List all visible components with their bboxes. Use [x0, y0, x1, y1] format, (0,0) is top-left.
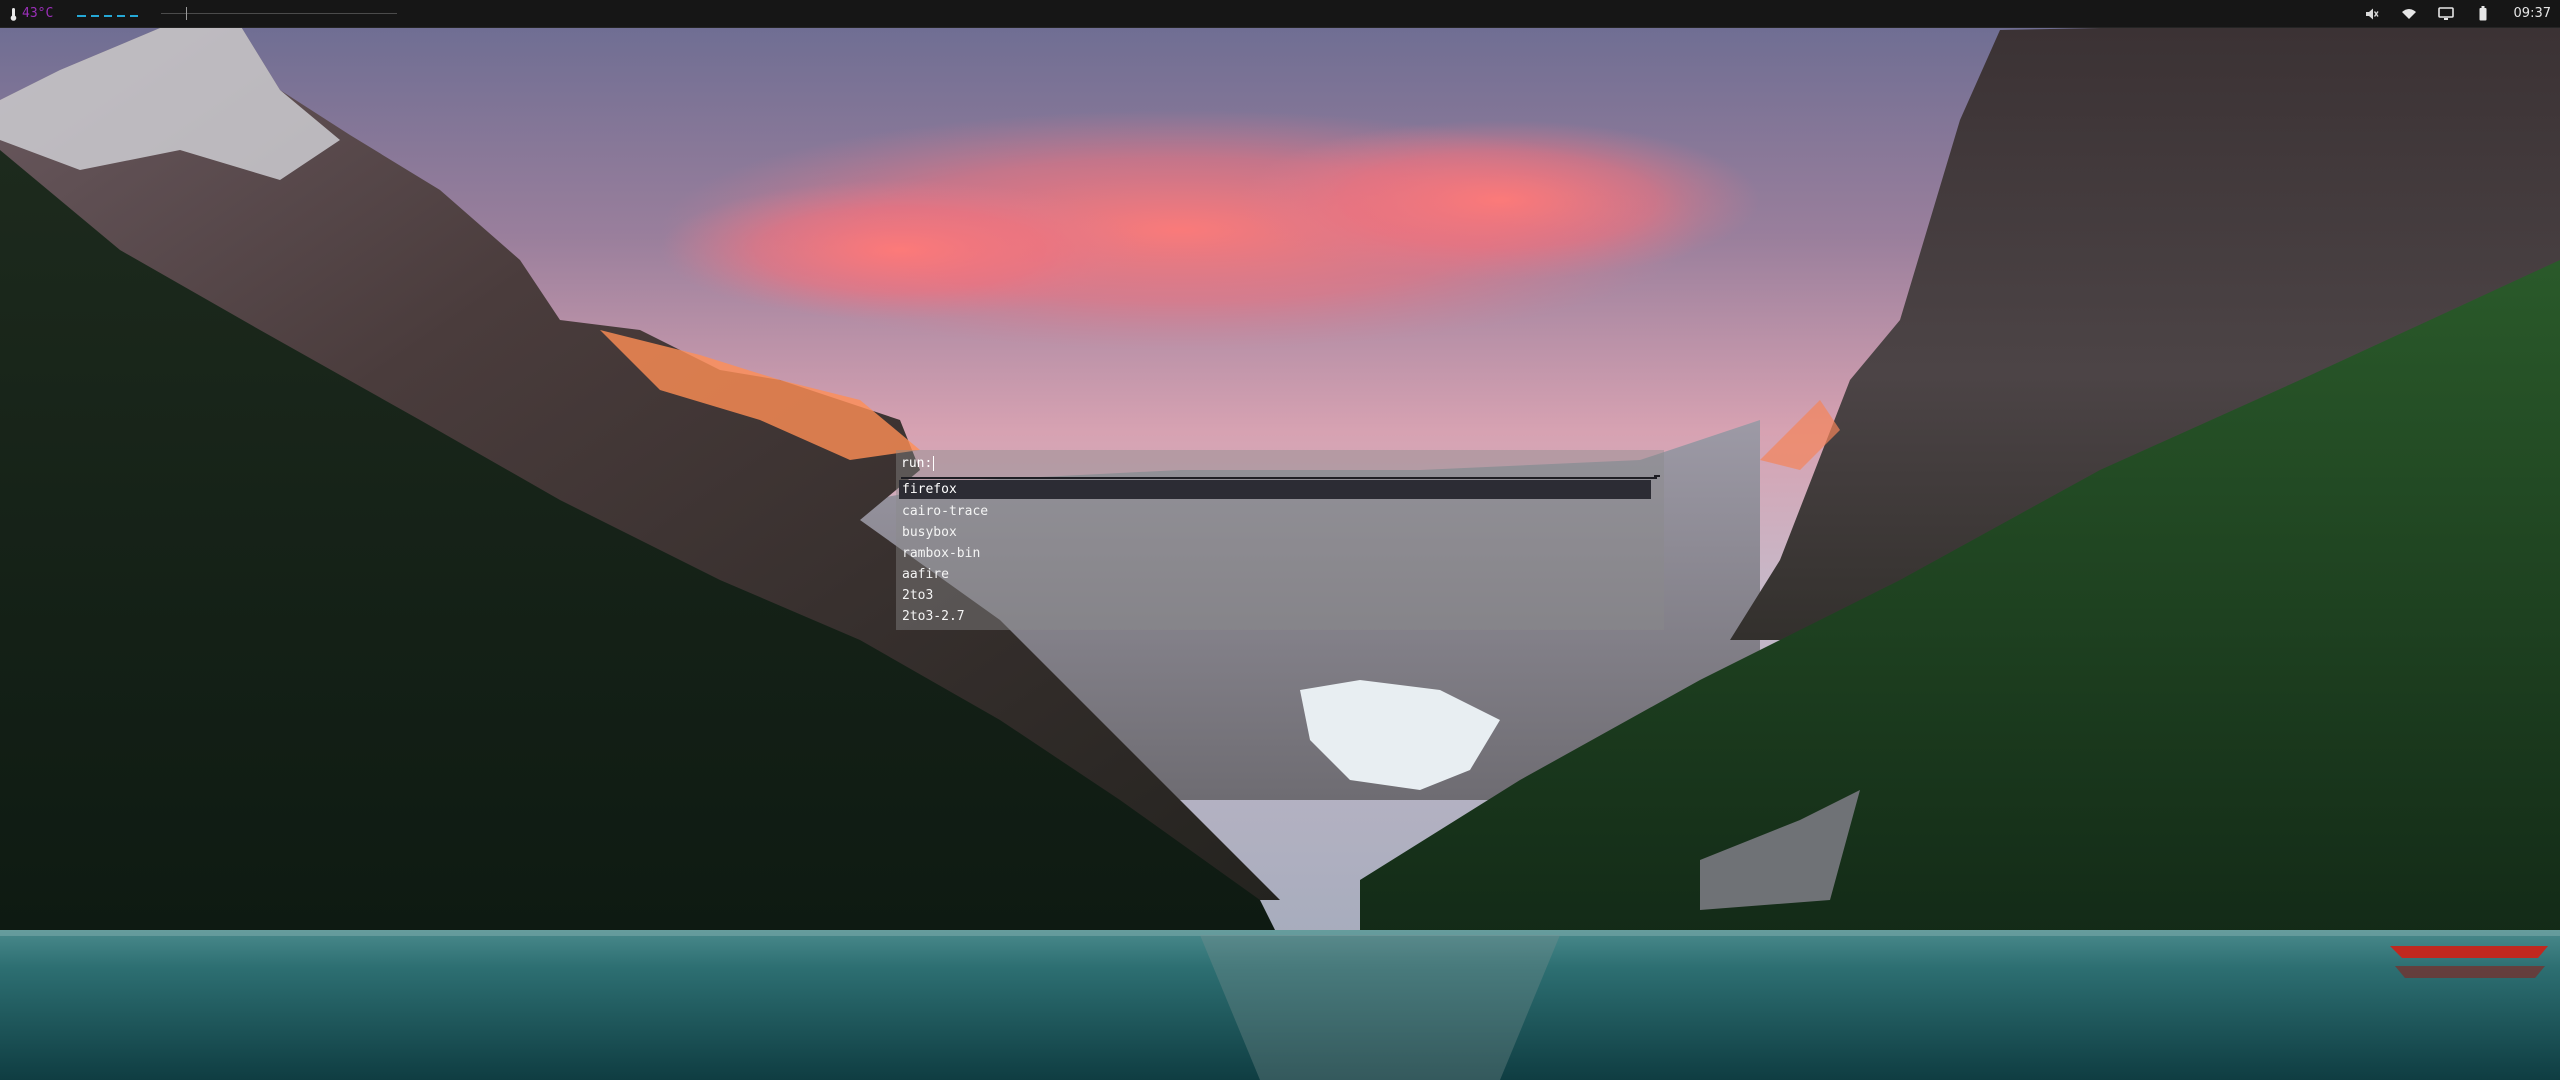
panel-clock[interactable]: 09:37: [2514, 6, 2551, 21]
workspace-5[interactable]: [130, 14, 139, 17]
wifi-icon[interactable]: [2401, 6, 2417, 22]
run-prompt-row: run:: [901, 455, 938, 471]
panel-left-section: 43°C: [8, 0, 398, 27]
workspace-switcher: [77, 14, 139, 17]
input-underline: [901, 477, 1657, 479]
command-item-busybox[interactable]: busybox: [899, 522, 1651, 543]
workspace-4[interactable]: [117, 14, 126, 17]
workspace-2[interactable]: [91, 14, 100, 17]
top-panel: 43°C 09:37: [0, 0, 2560, 28]
panel-slider[interactable]: [161, 7, 398, 20]
run-command-input[interactable]: [933, 455, 938, 471]
command-item-aafire[interactable]: aafire: [899, 564, 1651, 585]
thermometer-icon: [8, 7, 20, 21]
command-item-2to3[interactable]: 2to3: [899, 585, 1651, 606]
command-item-cairo-trace[interactable]: cairo-trace: [899, 501, 1651, 522]
panel-slider-knob[interactable]: [186, 7, 188, 20]
command-list: firefox cairo-trace busybox rambox-bin a…: [899, 480, 1651, 627]
cpu-temperature: 43°C: [22, 6, 54, 21]
run-launcher: run: firefox cairo-trace busybox rambox-…: [896, 450, 1664, 630]
workspace-1[interactable]: [77, 14, 87, 17]
mute-icon[interactable]: [2364, 6, 2380, 22]
battery-icon[interactable]: [2475, 6, 2491, 22]
workspace-3[interactable]: [104, 14, 113, 17]
command-item-2to3-2.7[interactable]: 2to3-2.7: [899, 606, 1651, 627]
command-item-rambox-bin[interactable]: rambox-bin: [899, 543, 1651, 564]
command-item-firefox[interactable]: firefox: [899, 480, 1651, 499]
input-underline-end: [1654, 475, 1660, 477]
run-prompt-label: run:: [901, 455, 933, 471]
display-icon[interactable]: [2437, 6, 2454, 22]
system-tray: 09:37: [2343, 0, 2551, 27]
